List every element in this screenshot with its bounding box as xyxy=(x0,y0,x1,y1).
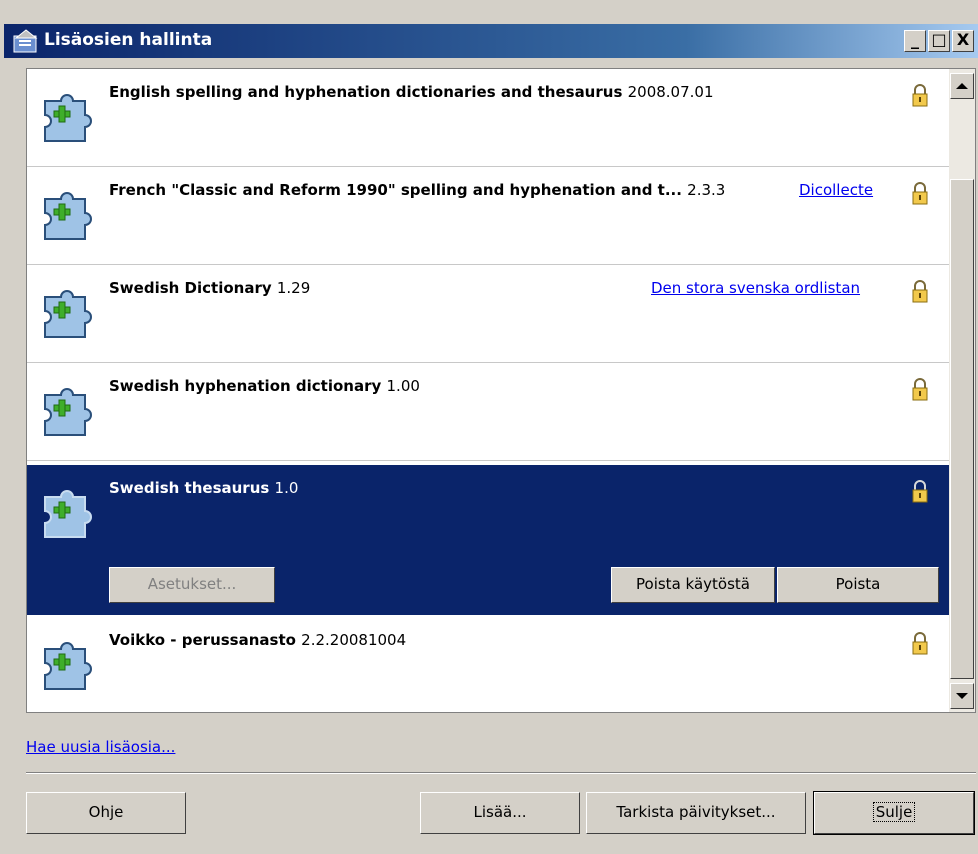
check-updates-button[interactable]: Tarkista päivitykset... xyxy=(586,792,806,834)
puzzle-icon xyxy=(44,94,92,142)
extension-homepage-link[interactable]: Den stora svenska ordlistan xyxy=(651,279,860,297)
extension-row[interactable]: French "Classic and Reform 1990" spellin… xyxy=(27,167,949,265)
extension-row[interactable]: Swedish Dictionary 1.29 Den stora svensk… xyxy=(27,265,949,363)
extension-version: 2008.07.01 xyxy=(627,83,714,101)
extension-version: 1.00 xyxy=(386,377,420,395)
app-icon xyxy=(13,29,38,53)
options-button[interactable]: Asetukset... xyxy=(109,567,275,603)
scroll-up-button[interactable] xyxy=(950,73,974,99)
extension-row[interactable]: Voikko - perussanasto 2.2.20081004 xyxy=(27,617,949,712)
extension-homepage-link[interactable]: Dicollecte xyxy=(799,181,873,199)
extension-title: Swedish thesaurus xyxy=(109,479,270,497)
extension-row[interactable]: Swedish hyphenation dictionary 1.00 xyxy=(27,363,949,461)
extension-list[interactable]: English spelling and hyphenation diction… xyxy=(26,68,976,713)
extension-version: 1.29 xyxy=(276,279,311,297)
extension-title: Swedish hyphenation dictionary xyxy=(109,377,382,395)
puzzle-icon xyxy=(44,388,92,436)
extension-version: 2.3.3 xyxy=(687,181,726,199)
extension-row[interactable]: English spelling and hyphenation diction… xyxy=(27,69,949,167)
extension-title: French "Classic and Reform 1990" spellin… xyxy=(109,181,682,199)
puzzle-icon xyxy=(44,490,92,538)
extension-version: 2.2.20081004 xyxy=(301,631,407,649)
lock-icon xyxy=(912,280,928,303)
maximize-button[interactable]: □ xyxy=(928,30,950,52)
title-bar[interactable]: Lisäosien hallinta _ □ X xyxy=(4,24,978,58)
minimize-button[interactable]: _ xyxy=(904,30,926,52)
extension-row-selected[interactable]: Swedish thesaurus 1.0 Asetukset... Poist… xyxy=(27,465,949,615)
remove-button[interactable]: Poista xyxy=(777,567,939,603)
puzzle-icon xyxy=(44,642,92,690)
extension-name: Swedish hyphenation dictionary 1.00 xyxy=(109,377,420,395)
window-title: Lisäosien hallinta xyxy=(44,30,213,50)
puzzle-icon xyxy=(44,290,92,338)
extension-manager-window: Lisäosien hallinta _ □ X English spellin… xyxy=(0,0,978,854)
extension-title: Voikko - perussanasto xyxy=(109,631,296,649)
puzzle-icon xyxy=(44,192,92,240)
arrow-up-icon xyxy=(956,83,968,89)
lock-icon xyxy=(912,84,928,107)
extension-name: Voikko - perussanasto 2.2.20081004 xyxy=(109,631,406,649)
arrow-down-icon xyxy=(956,693,968,699)
extension-title: English spelling and hyphenation diction… xyxy=(109,83,623,101)
disable-button[interactable]: Poista käytöstä xyxy=(611,567,775,603)
add-button[interactable]: Lisää... xyxy=(420,792,580,834)
extension-title: Swedish Dictionary xyxy=(109,279,272,297)
extension-name: French "Classic and Reform 1990" spellin… xyxy=(109,181,725,199)
lock-icon xyxy=(912,480,928,503)
lock-icon xyxy=(912,632,928,655)
scroll-down-button[interactable] xyxy=(950,683,974,709)
lock-icon xyxy=(912,182,928,205)
close-button-label: Sulje xyxy=(872,802,916,822)
extension-version: 1.0 xyxy=(274,479,299,497)
close-button[interactable]: Sulje xyxy=(813,791,975,835)
extension-name: Swedish Dictionary 1.29 xyxy=(109,279,310,297)
vertical-scrollbar[interactable] xyxy=(949,69,975,712)
help-button[interactable]: Ohje xyxy=(26,792,186,834)
separator xyxy=(26,772,976,774)
scroll-thumb[interactable] xyxy=(950,179,974,679)
extension-name: English spelling and hyphenation diction… xyxy=(109,83,714,101)
close-window-button[interactable]: X xyxy=(952,30,974,52)
lock-icon xyxy=(912,378,928,401)
extension-name: Swedish thesaurus 1.0 xyxy=(109,479,298,497)
get-more-extensions-link[interactable]: Hae uusia lisäosia... xyxy=(26,738,175,756)
